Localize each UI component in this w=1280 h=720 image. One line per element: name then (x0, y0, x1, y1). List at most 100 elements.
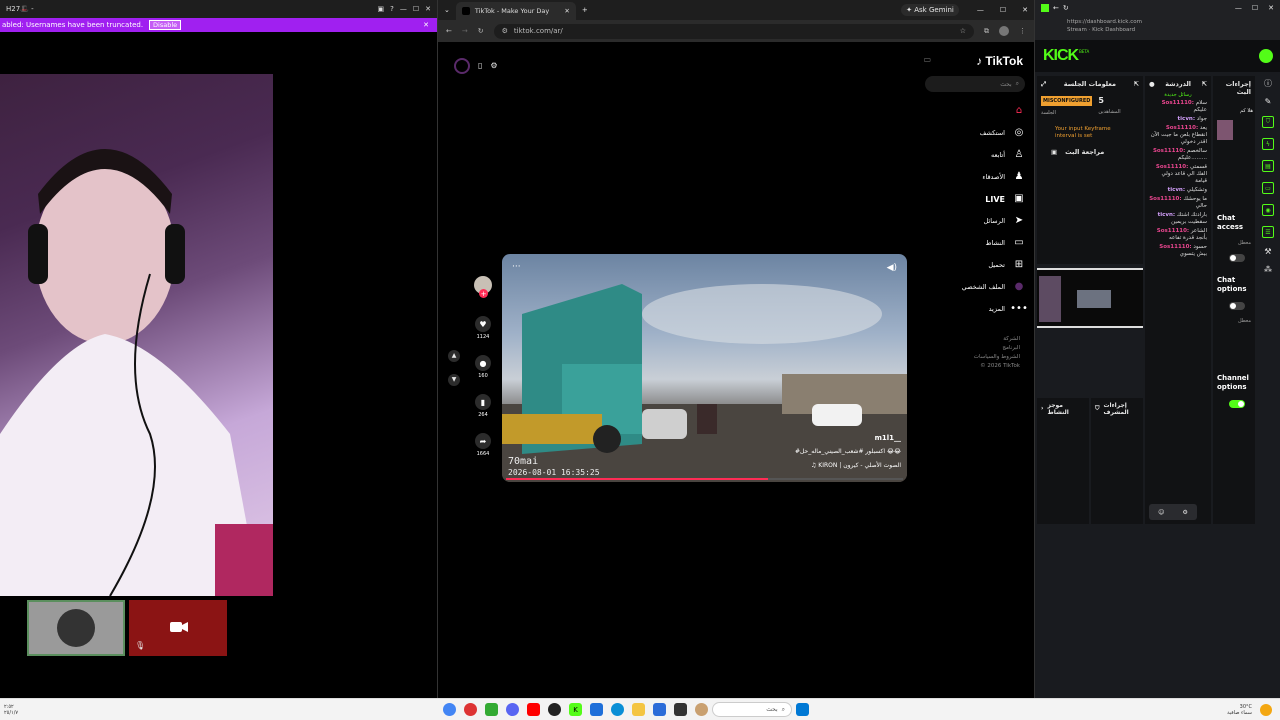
chat-username[interactable]: Sos11110: (1159, 244, 1191, 250)
store-icon[interactable] (653, 703, 666, 716)
action-share[interactable]: ➦ 1664 (474, 433, 492, 457)
notice-close-icon[interactable]: ✕ (423, 21, 429, 29)
chat-message[interactable]: ticvn: وتشكيلي (1149, 187, 1207, 194)
prev-video-icon[interactable]: ▲ (448, 350, 460, 362)
discord-icon[interactable] (506, 703, 519, 716)
author-avatar[interactable]: + (474, 276, 492, 298)
nav-item-8[interactable]: الملف الشخصي ● (962, 282, 1025, 292)
settings-icon[interactable]: ⚙ (1183, 509, 1188, 516)
chat-username[interactable]: Sos11110: (1157, 228, 1189, 234)
nav-item-5[interactable]: الرسائل ➤ (983, 216, 1025, 226)
chat-message[interactable]: Sos11110: ما يوحشك حالي (1149, 196, 1207, 210)
new-tab-icon[interactable]: + (582, 6, 588, 14)
taskbar-search[interactable]: بحث ⌕ (712, 702, 792, 717)
action-bookmark[interactable]: ▮ 264 (474, 394, 492, 418)
chevron-icon[interactable]: › (1041, 406, 1043, 412)
chat-username[interactable]: ticvn: (1178, 116, 1195, 122)
next-video-icon[interactable]: ▼ (448, 374, 460, 386)
settings-icon[interactable]: ⚙ (490, 62, 497, 70)
obs-icon[interactable] (548, 703, 561, 716)
kick-address[interactable]: https://dashboard.kick.com Stream · Kick… (1035, 16, 1280, 40)
chat-username[interactable]: Sos11110: (1166, 125, 1198, 131)
url-field[interactable]: ⚙ tiktok.com/ar/ ☆ (493, 23, 974, 39)
layout-icon[interactable]: ▣ (378, 5, 385, 13)
more-options-icon[interactable]: ··· (512, 262, 521, 272)
start-icon[interactable] (796, 703, 809, 716)
chat-message[interactable]: ticvn: بارادتك اشتك سقطيت بريمين (1149, 212, 1207, 226)
chat-username[interactable]: Sos11110: (1162, 100, 1194, 106)
footer-link[interactable]: © 2026 TikTok (980, 363, 1020, 369)
close-icon[interactable]: ✕ (1268, 4, 1274, 12)
chat-options-toggle[interactable] (1229, 302, 1245, 310)
footer-link[interactable]: الشركة (1003, 336, 1020, 342)
clipboard-icon[interactable]: ▤ (1262, 160, 1274, 172)
close-icon[interactable]: ✕ (425, 5, 431, 13)
tray-clock[interactable]: 30°C سماء صافية (1192, 704, 1252, 716)
forward-icon[interactable]: → (462, 27, 468, 35)
menu-icon[interactable]: ⋮ (1019, 27, 1026, 35)
chat-input[interactable]: ☺ ⚙ (1149, 504, 1197, 520)
nav-item-3[interactable]: الأصدقاء ♟ (982, 172, 1025, 182)
reload-icon[interactable]: ↻ (478, 27, 484, 35)
edit-icon[interactable]: ✎ (1265, 98, 1272, 106)
coins-icon[interactable] (454, 58, 470, 74)
bookmark-star-icon[interactable]: ☆ (960, 27, 966, 35)
minimize-icon[interactable]: — (977, 6, 984, 14)
device-icon[interactable]: ▯ (478, 62, 482, 70)
widget-icon[interactable] (695, 703, 708, 716)
follow-plus-icon[interactable]: + (479, 289, 488, 298)
action-heart[interactable]: ♥ 1124 (474, 316, 492, 340)
weather-icon[interactable] (1260, 703, 1272, 716)
chat-message[interactable]: Sos11110: يعد انقطاع بلعن ما جيت الآن اق… (1149, 125, 1207, 146)
nav-item-9[interactable]: المزيد ••• (989, 304, 1028, 314)
video-player[interactable]: ··· ◀) 70mai 2026-08-01 16:35:25 m1l1__ … (502, 254, 907, 482)
chat-username[interactable]: Sos11110: (1149, 196, 1181, 202)
video-sound[interactable]: ♫ KIRON | الصوت الأصلي - كيرون (811, 462, 901, 469)
channel-options-toggle[interactable] (1229, 400, 1245, 408)
nav-item-4[interactable]: LIVE ▣ (985, 194, 1025, 204)
youtube-icon[interactable] (527, 703, 540, 716)
chat-username[interactable]: ticvn: (1158, 212, 1175, 218)
chat-username[interactable]: ticvn: (1168, 187, 1185, 193)
nav-item-1[interactable]: استكشف ◎ (980, 128, 1025, 138)
chat-message[interactable]: ticvn: جواد (1149, 116, 1207, 123)
tiktok-search-input[interactable]: بحث ⌕ (925, 76, 1025, 92)
footer-link[interactable]: الشروط والسياسات (974, 354, 1020, 360)
app-green-icon[interactable] (485, 703, 498, 716)
stream-preview[interactable] (1037, 268, 1143, 328)
chat-access-toggle[interactable] (1229, 254, 1245, 262)
tab-close-icon[interactable]: ✕ (564, 7, 569, 15)
kick-app-icon[interactable]: K (569, 703, 582, 716)
chat-message[interactable]: Sos11110: قسمتي الفك الي قاعد دولي قيامة (1149, 164, 1207, 185)
reload-icon[interactable]: ↻ (1063, 4, 1069, 12)
app-blue-icon[interactable] (590, 703, 603, 716)
video-caption[interactable]: #اكسبلور #شعب_الصيني_ماله_حل 😂😂 (795, 448, 901, 455)
close-icon[interactable]: ✕ (1022, 6, 1028, 14)
site-info-icon[interactable]: ⚙ (502, 27, 508, 35)
folder-icon[interactable] (632, 703, 645, 716)
list-icon[interactable]: ☰ (1262, 226, 1274, 238)
wrench-icon[interactable]: ⚒ (1264, 248, 1271, 256)
profile-avatar[interactable] (999, 26, 1009, 36)
tiktok-logo[interactable]: ♪ TikTok (976, 54, 1023, 68)
chat-message[interactable]: Sos11110: حسود بيش يتسوي (1149, 244, 1207, 258)
nav-item-0[interactable]: ⌂ (1005, 106, 1025, 116)
chat-icon[interactable]: ▭ (1262, 182, 1274, 194)
moderation-icon[interactable]: ⛉ (1262, 116, 1274, 128)
volume-icon[interactable]: ◀) (887, 264, 897, 273)
app-red-icon[interactable] (464, 703, 477, 716)
chat-message[interactable]: Sos11110: سلام عليكم (1149, 100, 1207, 114)
popout-icon[interactable]: ⇱ (1134, 81, 1139, 88)
user-avatar[interactable] (1259, 49, 1273, 63)
chat-message[interactable]: Sos11110: الشاعر بأنجد قدرة تفاعه (1149, 228, 1207, 242)
chat-username[interactable]: Sos11110: (1156, 164, 1188, 170)
camera-off-tile[interactable]: 🎙 (129, 600, 227, 656)
broadcast-icon[interactable]: ◉ (1262, 204, 1274, 216)
bolt-icon[interactable]: ϟ (1262, 138, 1274, 150)
chat-username[interactable]: Sos11110: (1153, 148, 1185, 154)
chat-message[interactable]: Sos11110: سالخصم عليكم......... (1149, 148, 1207, 162)
popout-icon[interactable]: ⇱ (1202, 81, 1207, 88)
collapse-sidebar-icon[interactable]: ▭ (923, 56, 931, 64)
minimize-icon[interactable]: — (400, 5, 407, 13)
action-comment[interactable]: ● 160 (474, 355, 492, 379)
